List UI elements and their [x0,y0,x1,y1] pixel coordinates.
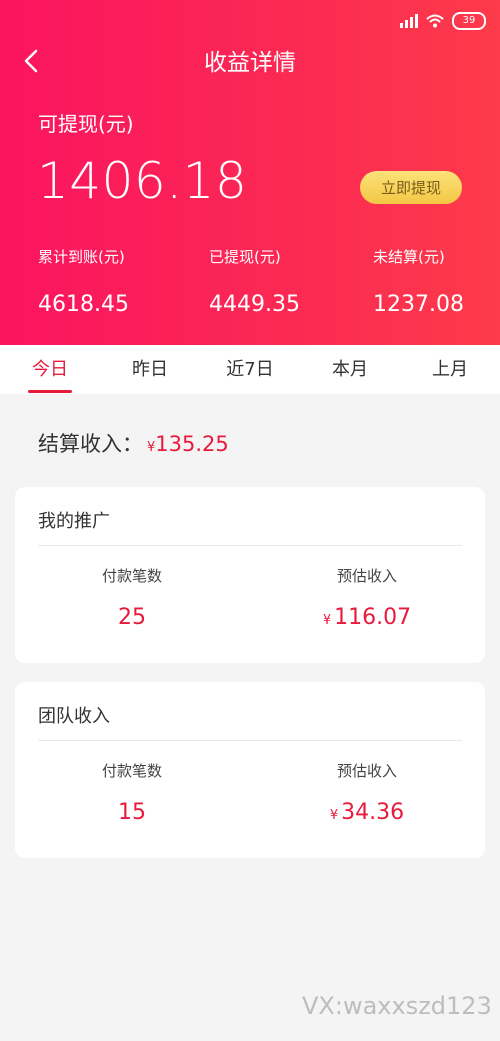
payment-count-value: 15 [118,800,146,825]
header: 39 收益详情 可提现(元) 1406.18 立即提现 累计到账(元) 4618… [0,0,500,345]
estimated-income-value: ¥116.07 [267,605,467,630]
team-income-card: 团队收入 付款笔数 15 预估收入 ¥34.36 [15,682,485,858]
stat-label: 累计到账(元) [38,248,125,266]
status-bar: 39 [400,10,486,32]
stat-label: 已提现(元) [209,248,281,266]
settled-label: 结算收入： [38,432,143,456]
estimated-income-label: 预估收入 [336,762,397,780]
withdraw-button[interactable]: 立即提现 [360,171,462,204]
tab-last-month[interactable]: 上月 [400,345,500,394]
tab-last-7-days[interactable]: 近7日 [200,345,300,394]
tab-this-month[interactable]: 本月 [300,345,400,394]
stat-unsettled: 未结算(元) 1237.08 [373,246,464,317]
tab-today[interactable]: 今日 [0,345,100,394]
estimated-income-value: ¥34.36 [267,800,467,825]
card-title: 团队收入 [38,706,110,727]
stat-value: 4618.45 [38,292,129,317]
payment-count-label: 付款笔数 [101,567,162,585]
settled-amount: 135.25 [155,432,229,456]
page-title: 收益详情 [204,50,296,76]
estimated-income-amount: 34.36 [341,800,405,825]
divider [38,545,462,546]
withdrawable-label: 可提现(元) [38,112,134,136]
payment-count-value: 25 [118,605,146,630]
withdrawable-amount: 1406.18 [37,152,248,210]
signal-icon [400,14,418,28]
estimated-income-label: 预估收入 [336,567,397,585]
stat-total-received: 累计到账(元) 4618.45 [38,246,129,317]
tab-yesterday[interactable]: 昨日 [100,345,200,394]
watermark: VX:waxxszd123 [302,992,492,1020]
divider [38,740,462,741]
settled-income: 结算收入： ¥135.25 [38,428,229,458]
currency-symbol: ¥ [329,808,339,823]
my-promotion-card: 我的推广 付款笔数 25 预估收入 ¥116.07 [15,487,485,663]
stat-label: 未结算(元) [373,248,445,266]
estimated-income-amount: 116.07 [334,605,412,630]
battery-icon: 39 [452,12,486,30]
currency-symbol: ¥ [322,613,332,628]
period-tabs: 今日 昨日 近7日 本月 上月 [0,345,500,394]
payment-count-label: 付款笔数 [101,762,162,780]
wifi-icon [426,14,444,28]
stat-withdrawn: 已提现(元) 4449.35 [209,246,300,317]
stat-value: 4449.35 [209,292,300,317]
stat-value: 1237.08 [373,292,464,317]
card-title: 我的推广 [38,511,110,532]
